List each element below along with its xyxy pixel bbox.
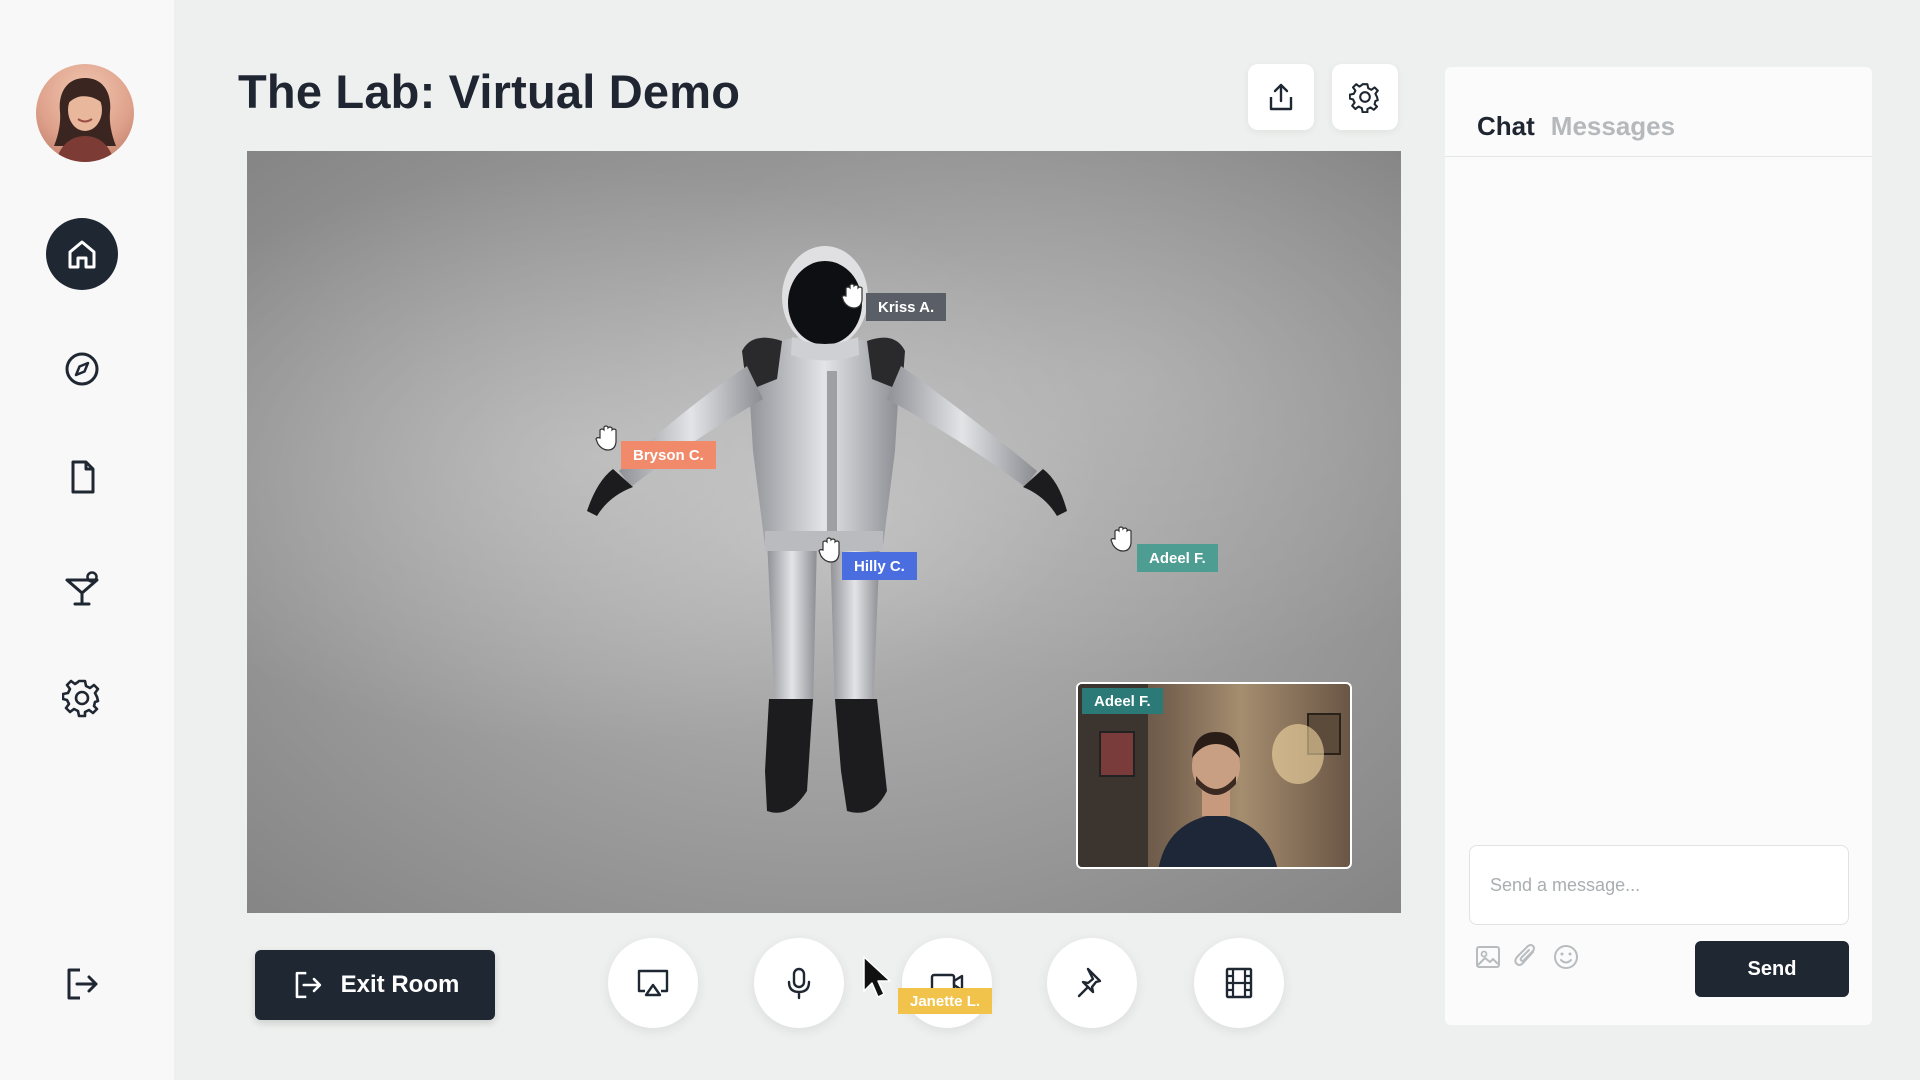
sidebar-item-explore[interactable]: [46, 333, 118, 405]
participant-tag-bryson: Bryson C.: [621, 441, 716, 469]
tab-chat[interactable]: Chat: [1477, 111, 1535, 142]
participant-tag-hilly: Hilly C.: [842, 552, 917, 580]
sidebar-item-lounge[interactable]: [46, 553, 118, 625]
participant-tag-label: Bryson C.: [633, 446, 704, 464]
hand-cursor-icon: [841, 283, 863, 309]
document-icon: [71, 460, 95, 494]
microphone-icon: [787, 967, 811, 1000]
home-icon: [68, 240, 96, 269]
app-root: The Lab: Virtual Demo Kriss A. Bryson C.…: [0, 0, 1920, 1080]
send-button[interactable]: Send: [1695, 941, 1849, 997]
video-tile-name: Adeel F.: [1082, 688, 1163, 714]
film-icon: [1225, 967, 1253, 999]
image-icon[interactable]: [1473, 942, 1503, 972]
3d-viewport[interactable]: Kriss A. Bryson C. Hilly C. Adeel F. Ade…: [247, 151, 1401, 913]
film-button[interactable]: [1194, 938, 1284, 1028]
hand-cursor-icon: [595, 425, 617, 451]
settings-button[interactable]: [1332, 64, 1398, 130]
video-tile-adeel[interactable]: Adeel F.: [1076, 682, 1352, 869]
paperclip-icon[interactable]: [1511, 942, 1541, 972]
gear-icon: [1349, 83, 1379, 113]
screen-share-button[interactable]: [608, 938, 698, 1028]
sidebar-item-home[interactable]: [46, 218, 118, 290]
logout-icon: [67, 968, 98, 1000]
share-button[interactable]: [1248, 64, 1314, 130]
participant-tag-kriss: Kriss A.: [866, 293, 947, 321]
pin-icon: [1077, 967, 1102, 998]
share-icon: [1269, 83, 1293, 111]
exit-room-label: Exit Room: [340, 971, 460, 998]
hand-cursor-icon: [818, 537, 840, 563]
avatar[interactable]: [36, 64, 134, 162]
sidebar-item-documents[interactable]: [46, 441, 118, 513]
pin-button[interactable]: [1047, 938, 1137, 1028]
microphone-button[interactable]: [754, 938, 844, 1028]
tab-messages[interactable]: Messages: [1551, 111, 1675, 142]
logout-button[interactable]: [46, 948, 118, 1020]
participant-tag-label: Kriss A.: [878, 298, 935, 316]
cursor-tag-janette: Janette L.: [898, 988, 993, 1014]
message-input[interactable]: [1469, 845, 1849, 925]
compass-icon: [65, 352, 99, 386]
mouse-pointer-icon: [863, 956, 891, 998]
chat-panel: Chat Messages Send: [1445, 67, 1872, 1025]
camera-button[interactable]: [902, 938, 992, 1028]
page-title: The Lab: Virtual Demo: [238, 65, 741, 118]
chat-tabs: Chat Messages: [1445, 67, 1872, 157]
gear-icon: [62, 679, 100, 718]
cocktail-icon: [65, 571, 99, 606]
screen-share-icon: [637, 969, 669, 997]
sidebar: [0, 0, 174, 1080]
exit-room-button[interactable]: Exit Room: [255, 950, 495, 1020]
participant-tag-adeel: Adeel F.: [1137, 544, 1218, 572]
participant-tag-label: Hilly C.: [854, 557, 905, 575]
sidebar-item-settings[interactable]: [46, 662, 118, 734]
exit-icon: [295, 971, 321, 999]
hand-cursor-icon: [1110, 526, 1132, 552]
emoji-icon[interactable]: [1551, 942, 1581, 972]
user-portrait: [54, 78, 116, 162]
participant-tag-label: Adeel F.: [1149, 549, 1206, 567]
